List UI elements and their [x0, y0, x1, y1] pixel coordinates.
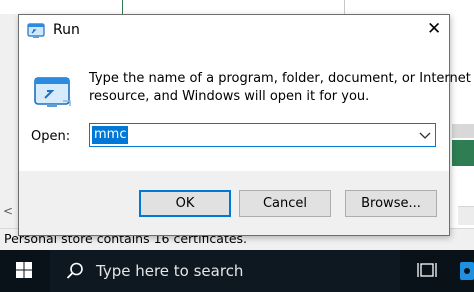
close-icon: ✕ — [427, 19, 442, 39]
cancel-button[interactable]: Cancel — [239, 190, 331, 217]
background-divider — [122, 0, 123, 14]
background-list-row — [452, 124, 474, 138]
background-list-row-selected — [452, 140, 474, 166]
run-program-icon — [34, 77, 71, 107]
background-scroll-left-button[interactable]: < — [0, 200, 16, 226]
dialog-button-area: OK Cancel Browse... — [19, 171, 449, 235]
background-divider — [344, 0, 345, 14]
close-button[interactable]: ✕ — [417, 15, 449, 47]
search-icon — [66, 262, 83, 279]
dialog-content: Type the name of a program, folder, docu… — [19, 47, 471, 171]
open-label: Open: — [31, 129, 71, 144]
ok-button[interactable]: OK — [139, 190, 231, 217]
open-combobox[interactable]: mmc — [89, 123, 436, 147]
taskbar-search-box[interactable]: Type here to search — [50, 250, 400, 292]
windows-start-icon[interactable] — [0, 250, 48, 292]
scroll-left-arrow-icon: < — [3, 204, 14, 218]
open-input[interactable]: mmc — [92, 126, 129, 144]
dialog-title: Run — [53, 22, 80, 38]
taskbar: Type here to search — [0, 250, 474, 292]
prompt-text-line2: resource, and Windows will open it for y… — [89, 89, 370, 104]
background-scrollbar-right[interactable] — [458, 206, 474, 225]
title-bar[interactable]: Run ✕ — [19, 15, 449, 47]
chevron-down-icon[interactable] — [415, 124, 435, 146]
pinned-app-icon[interactable] — [452, 250, 474, 292]
search-placeholder: Type here to search — [96, 262, 244, 280]
prompt-text-line1: Type the name of a program, folder, docu… — [89, 71, 471, 86]
background-window-top — [0, 0, 474, 14]
run-app-icon — [27, 23, 45, 38]
browse-button[interactable]: Browse... — [345, 190, 437, 217]
task-view-icon[interactable] — [408, 250, 448, 292]
run-dialog: Run ✕ Type the name of a program, folder… — [18, 14, 471, 236]
